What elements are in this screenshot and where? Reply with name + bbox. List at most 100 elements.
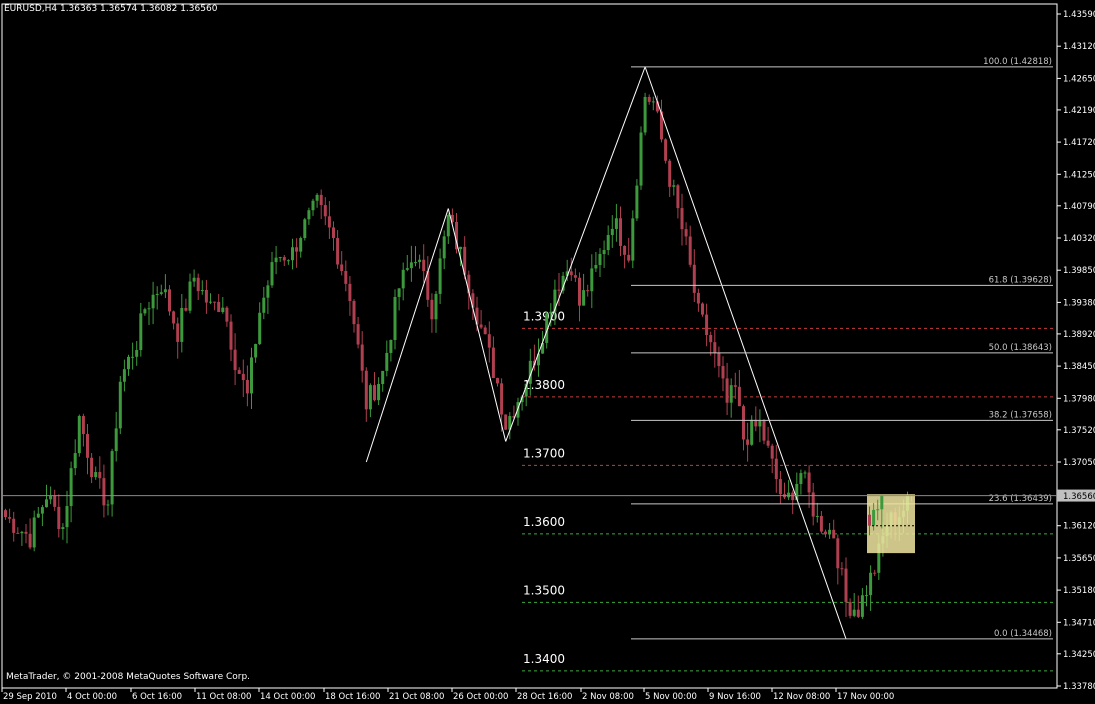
candle-body (602, 250, 606, 255)
candle-body (766, 440, 770, 446)
candle-body (213, 301, 217, 303)
candle-body (176, 323, 180, 342)
y-tick-label: 1.35180 (1063, 586, 1095, 596)
candle-body (94, 472, 98, 478)
candle-body (225, 307, 229, 322)
candle-body (16, 532, 20, 534)
candle-body (774, 458, 778, 480)
candle-body (725, 378, 729, 403)
candle-body (327, 216, 331, 228)
candle-body (409, 262, 413, 269)
candle-body (131, 356, 135, 358)
y-tick-label: 1.43120 (1063, 42, 1095, 52)
candle-body (688, 236, 692, 265)
candle-body (98, 472, 102, 479)
candle-body (241, 373, 245, 381)
candle-body (221, 307, 225, 313)
candle-body (188, 281, 192, 311)
candle-body (274, 257, 278, 263)
x-tick-label: 26 Oct 00:00 (453, 692, 508, 702)
candle-body (496, 378, 499, 384)
candle-body (8, 517, 12, 519)
candle-body (385, 352, 389, 371)
candle-body (491, 347, 495, 379)
candle-body (770, 445, 774, 459)
candle-body (262, 297, 266, 313)
candle-body (45, 499, 48, 508)
candle-body (196, 277, 200, 292)
x-tick-label: 14 Oct 00:00 (260, 692, 315, 702)
candle-body (127, 356, 130, 370)
candle-body (876, 509, 880, 511)
candle-body (168, 289, 171, 312)
candle-body (184, 307, 188, 311)
candle-body (872, 509, 876, 526)
candle-body (20, 531, 24, 534)
candle-body (557, 289, 561, 291)
candle-body (434, 293, 438, 320)
candle-body (680, 208, 684, 230)
candle-body (639, 132, 643, 186)
chart-window[interactable]: 1.43590 1.43120 1.42650 1.42190 1.41720 1.412… (0, 0, 1095, 704)
candle-body (590, 268, 594, 292)
candle-body (360, 344, 364, 371)
fib-level-label: 61.8 (1.39628) (989, 275, 1052, 285)
candle-body (651, 101, 655, 103)
chart-header: EURUSD,H4 1.36363 1.36574 1.36082 1.3656… (4, 4, 218, 14)
y-tick-label: 1.37050 (1063, 458, 1095, 468)
candle-body (623, 245, 627, 255)
candle-body (217, 301, 221, 313)
candle-body (442, 236, 446, 259)
candle-body (356, 324, 360, 345)
y-tick-label: 1.43590 (1063, 10, 1095, 20)
candle-body (233, 349, 237, 371)
price-chart[interactable]: 1.43590 1.43120 1.42650 1.42190 1.41720 1.412… (0, 0, 1095, 704)
candle-body (733, 385, 737, 387)
candle-body (332, 227, 335, 239)
candle-body (172, 311, 176, 324)
fib-level-label: 100.0 (1.42818) (983, 57, 1052, 67)
candle-body (717, 352, 721, 367)
candle-body (598, 254, 602, 265)
candle-body (848, 602, 852, 616)
round-level-label: 1.3400 (523, 652, 565, 666)
candle-body (73, 453, 77, 469)
fib-level-label: 50.0 (1.38643) (989, 343, 1052, 353)
round-level-label: 1.3600 (523, 515, 565, 529)
candle-body (352, 301, 356, 325)
candle-body (135, 350, 139, 357)
candle-body (573, 275, 577, 278)
candle-body (865, 595, 868, 597)
candle-body (254, 344, 258, 358)
candle-body (397, 288, 401, 297)
candle-body (479, 324, 483, 328)
candle-body (373, 385, 376, 401)
candle-body (668, 160, 672, 187)
candle-body (631, 218, 635, 261)
candle-body (709, 335, 713, 343)
candle-body (49, 495, 53, 500)
x-tick-label: 9 Nov 16:00 (709, 692, 761, 702)
candle-body (209, 301, 212, 303)
candle-body (594, 264, 598, 269)
candle-body (258, 312, 262, 345)
candle-body (791, 492, 795, 501)
y-tick-label: 1.37980 (1063, 394, 1095, 404)
y-tick-label: 1.41720 (1063, 138, 1095, 148)
candle-body (787, 492, 791, 498)
candle-body (446, 214, 450, 237)
candle-body (500, 383, 504, 415)
candle-body (110, 451, 114, 505)
y-tick-label: 1.40790 (1063, 202, 1095, 212)
x-tick-label: 21 Oct 08:00 (389, 692, 444, 702)
candle-body (614, 218, 618, 229)
candle-body (438, 258, 442, 294)
candle-body (414, 262, 417, 264)
candle-body (237, 370, 241, 374)
zigzag-segment (447, 208, 507, 442)
candle-body (311, 200, 315, 211)
candle-body (737, 386, 741, 407)
candle-body (229, 321, 233, 350)
x-tick-label: 17 Nov 00:00 (837, 692, 894, 702)
candle-body (114, 428, 118, 452)
